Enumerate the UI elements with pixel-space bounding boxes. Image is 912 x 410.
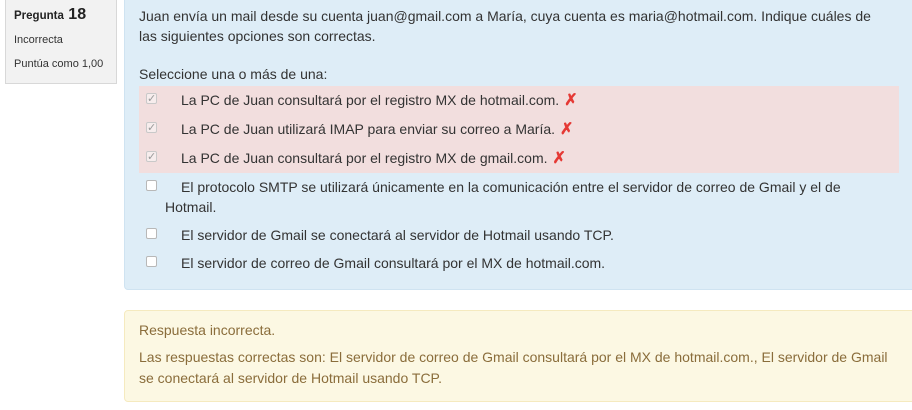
option-1-label: La PC de Juan consultará por el registro… (181, 92, 560, 108)
correct-answer-text: Las respuestas correctas son: El servido… (139, 349, 888, 386)
option-4-checkbox[interactable] (146, 180, 157, 191)
cross-icon: ✗ (560, 121, 574, 138)
option-1-checkbox[interactable]: ✓ (146, 93, 157, 105)
answer-options: ✓ La PC de Juan consultará por el regist… (139, 86, 899, 277)
cross-icon: ✗ (552, 150, 566, 167)
option-2-label: La PC de Juan utilizará IMAP para enviar… (181, 121, 556, 137)
cross-icon: ✗ (564, 92, 578, 109)
option-3-label: La PC de Juan consultará por el registro… (181, 150, 548, 166)
option-6-checkbox[interactable] (146, 256, 157, 267)
option-3: ✓ La PC de Juan consultará por el regist… (139, 144, 899, 173)
option-6-label: El servidor de correo de Gmail consultar… (181, 255, 606, 271)
option-4-label: El protocolo SMTP se utilizará únicament… (165, 177, 891, 217)
question-label: Pregunta (14, 10, 64, 22)
question-text: Juan envía un mail desde su cuenta juan@… (139, 8, 871, 44)
option-2-checkbox[interactable]: ✓ (146, 122, 157, 134)
checkmark-icon: ✓ (147, 122, 157, 134)
question-number-line: Pregunta 18 (14, 6, 108, 24)
option-4: El protocolo SMTP se utilizará únicament… (139, 173, 899, 221)
question-feedback: Respuesta incorrecta. Las respuestas cor… (124, 310, 912, 402)
question-number: 18 (68, 6, 87, 23)
answer-prompt: Seleccione una o más de una: (139, 66, 328, 82)
option-4-label-line2: Hotmail. (165, 199, 217, 215)
option-5: El servidor de Gmail se conectará al ser… (139, 221, 899, 249)
checkmark-icon: ✓ (147, 93, 157, 105)
option-4-label-line1: El protocolo SMTP se utilizará únicament… (181, 179, 841, 195)
feedback-title: Respuesta incorrecta. (139, 322, 276, 338)
question-grade: Puntúa como 1,00 (14, 58, 104, 70)
option-5-checkbox[interactable] (146, 228, 157, 239)
option-1: ✓ La PC de Juan consultará por el regist… (139, 86, 899, 115)
option-3-checkbox[interactable]: ✓ (146, 151, 157, 163)
option-5-label: El servidor de Gmail se conectará al ser… (181, 227, 614, 243)
checkmark-icon: ✓ (147, 151, 157, 163)
option-6: El servidor de correo de Gmail consultar… (139, 249, 899, 277)
option-2: ✓ La PC de Juan utilizará IMAP para envi… (139, 115, 899, 144)
question-state: Incorrecta (14, 34, 63, 46)
question-formulation: Juan envía un mail desde su cuenta juan@… (124, 0, 912, 290)
question-info: Pregunta 18 Incorrecta Puntúa como 1,00 (5, 0, 117, 84)
